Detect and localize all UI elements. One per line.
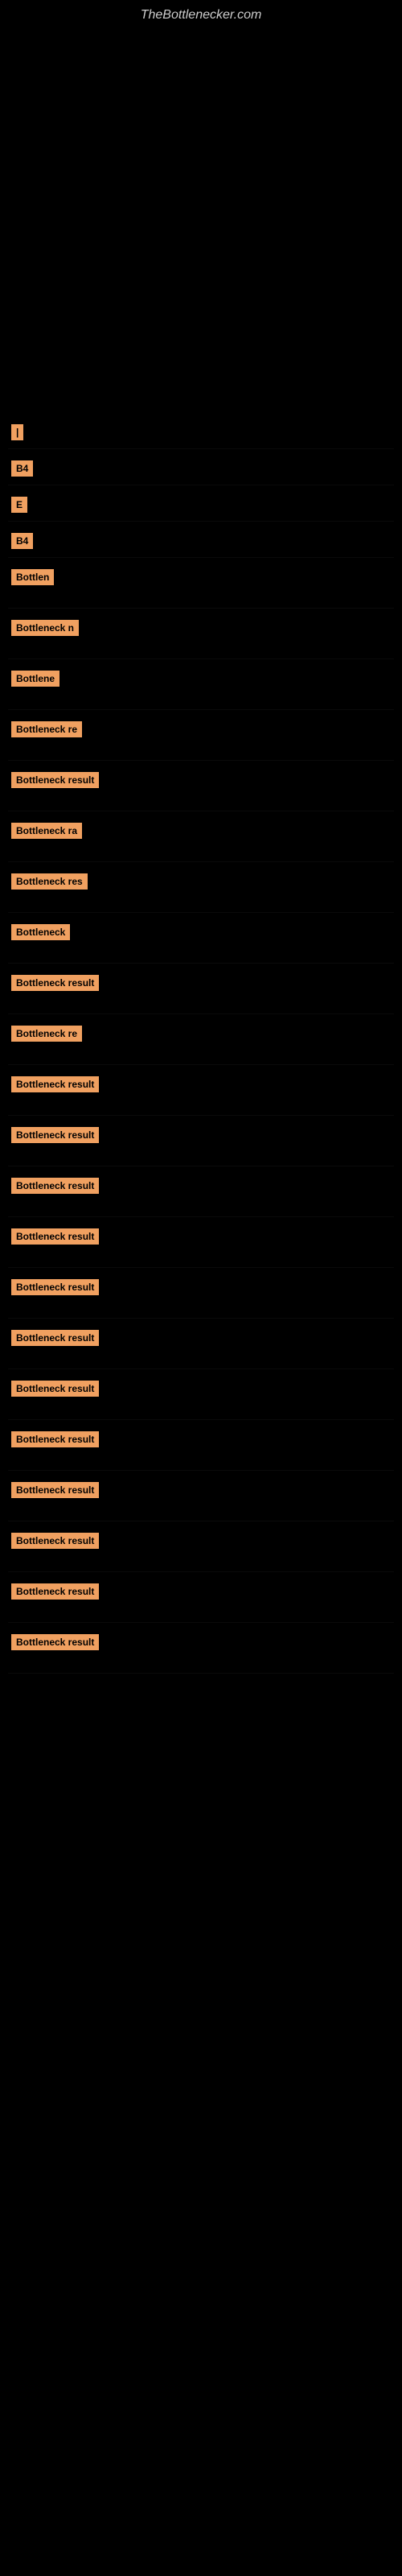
bottlene-result: Bottleneck result [11,690,106,704]
bottleneck-n-result: Bottleneck result [11,639,106,653]
bottleneck-re-row: Bottleneck re Bottleneck result [8,710,394,761]
bottleneck-result-label-13: Bottleneck result [11,1583,99,1600]
bottleneck-result-row-11: Bottleneck result Bottleneck result [8,1471,394,1521]
bottleneck-result-label-14: Bottleneck result [11,1634,99,1650]
bottlen-label: Bottlen [11,569,54,585]
section-b4-first: B4 [8,449,394,485]
bottleneck-ra-label: Bottleneck ra [11,823,82,839]
bottleneck-result-label-1: Bottleneck result [11,772,99,788]
bottlene-label: Bottlene [11,671,59,687]
bottleneck-result-row-3: Bottleneck result Bottleneck result [8,1065,394,1116]
bottleneck-result-tag-3: Bottleneck result [11,1096,106,1109]
bottleneck-result-label-3: Bottleneck result [11,1076,99,1092]
bottleneck-result-label-5: Bottleneck result [11,1178,99,1194]
bottleneck-result-tag-8: Bottleneck result [11,1349,106,1363]
bottleneck-result-label-10: Bottleneck result [11,1431,99,1447]
bottleneck-ra-result: Bottleneck result [11,842,106,856]
bottleneck-res-label: Bottleneck res [11,873,88,890]
bottleneck-result-row-6: Bottleneck result Bottleneck result [8,1217,394,1268]
bottleneck-result-row-4: Bottleneck result Bottleneck result [8,1116,394,1166]
bottleneck-n-label: Bottleneck n [11,620,79,636]
bottleneck-ra-row: Bottleneck ra Bottleneck result [8,811,394,862]
content-area: | B4 E B4 Bottlen Bottleneck result Bott… [0,413,402,1674]
bottleneck-result-label-12: Bottleneck result [11,1533,99,1549]
bottleneck-plain-result: Bottleneck result [11,943,106,957]
section-b4-second: B4 [8,522,394,558]
bottleneck-result-label-11: Bottleneck result [11,1482,99,1498]
bottleneck-re-label-2: Bottleneck re [11,1026,82,1042]
bottleneck-result-tag-13: Bottleneck result [11,1603,106,1616]
bottleneck-result-row-7: Bottleneck result Bottleneck result [8,1268,394,1319]
e-label: E [11,497,27,513]
b4-first-label: B4 [11,460,33,477]
bottleneck-result-label-9: Bottleneck result [11,1381,99,1397]
bottleneck-result-tag-14: Bottleneck result [11,1653,106,1667]
bottleneck-result-row-12: Bottleneck result Bottleneck result [8,1521,394,1572]
bottleneck-re-row-2: Bottleneck re Bottleneck result [8,1014,394,1065]
bottleneck-n-row: Bottleneck n Bottleneck result [8,609,394,659]
bottleneck-re-result: Bottleneck result [11,741,106,754]
bottleneck-plain-row: Bottleneck Bottleneck result [8,913,394,964]
bottleneck-result-label-4: Bottleneck result [11,1127,99,1143]
bottleneck-result-tag-5: Bottleneck result [11,1197,106,1211]
cursor-label: | [11,424,23,440]
cursor-section: | [8,413,394,449]
bottleneck-result-row-14: Bottleneck result Bottleneck result [8,1623,394,1674]
bottleneck-result-row-2: Bottleneck result Bottleneck result [8,964,394,1014]
bottleneck-result-tag-2: Bottleneck result [11,994,106,1008]
bottleneck-result-tag-12: Bottleneck result [11,1552,106,1566]
bottleneck-result-tag-6: Bottleneck result [11,1248,106,1261]
bottleneck-plain-label: Bottleneck [11,924,70,940]
bottleneck-result-label-2: Bottleneck result [11,975,99,991]
bottleneck-result-row-13: Bottleneck result Bottleneck result [8,1572,394,1623]
b4-second-label: B4 [11,533,33,549]
bottleneck-result-row-1: Bottleneck result Bottleneck result [8,761,394,811]
bottleneck-result-tag-11: Bottleneck result [11,1501,106,1515]
bottleneck-result-row-8: Bottleneck result Bottleneck result [8,1319,394,1369]
bottleneck-result-tag-10: Bottleneck result [11,1451,106,1464]
bottlen-row: Bottlen Bottleneck result [8,558,394,609]
bottleneck-res-row: Bottleneck res Bottleneck result [8,862,394,913]
site-title: TheBottlenecker.com [0,0,402,27]
bottleneck-result-tag-7: Bottleneck result [11,1298,106,1312]
bottleneck-res-result: Bottleneck result [11,893,106,906]
bottlene-row: Bottlene Bottleneck result [8,659,394,710]
site-header: TheBottlenecker.com [0,0,402,27]
visualization-area [0,27,402,413]
bottleneck-re-result-2: Bottleneck result [11,1045,106,1059]
section-e: E [8,485,394,522]
bottlen-result: Bottleneck result [11,588,106,602]
bottleneck-result-row-10: Bottleneck result Bottleneck result [8,1420,394,1471]
bottleneck-result-tag-9: Bottleneck result [11,1400,106,1414]
bottleneck-result-label-8: Bottleneck result [11,1330,99,1346]
bottleneck-result-label-7: Bottleneck result [11,1279,99,1295]
bottleneck-result-row-9: Bottleneck result Bottleneck result [8,1369,394,1420]
bottleneck-result-row-5: Bottleneck result Bottleneck result [8,1166,394,1217]
bottleneck-result-tag-1: Bottleneck result [11,791,106,805]
bottleneck-result-tag-4: Bottleneck result [11,1146,106,1160]
bottleneck-result-label-6: Bottleneck result [11,1228,99,1245]
bottleneck-re-label: Bottleneck re [11,721,82,737]
